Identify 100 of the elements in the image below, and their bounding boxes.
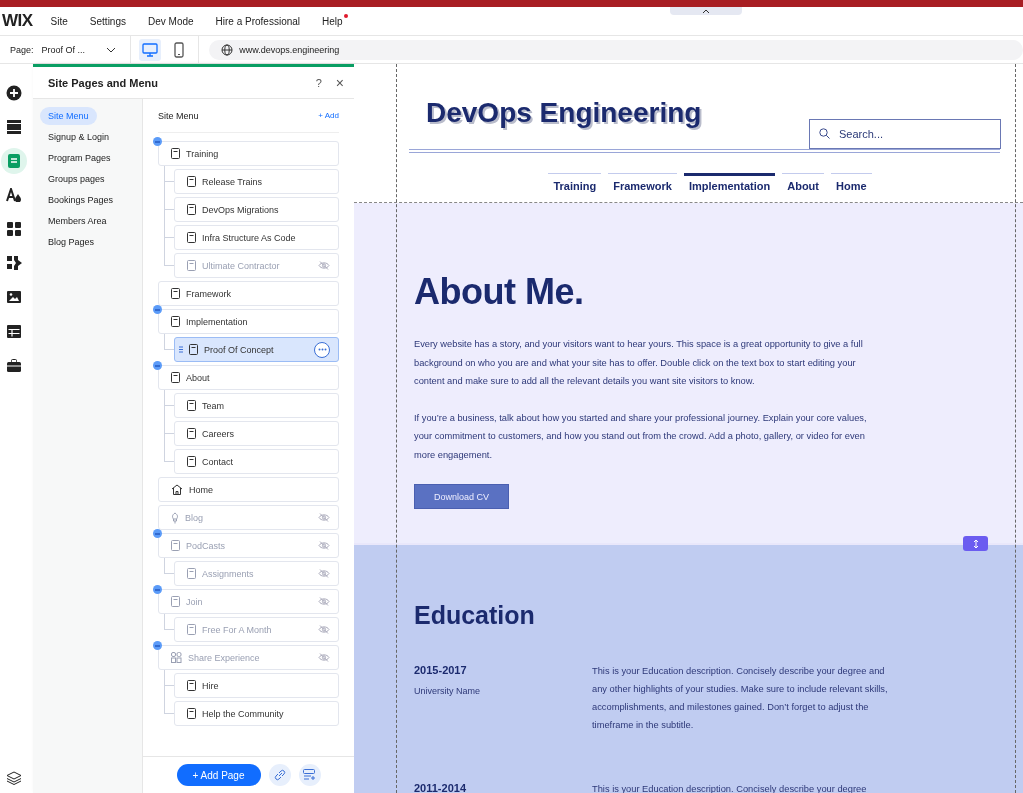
- hidden-icon: [318, 597, 330, 606]
- year-range: 2015-2017: [414, 664, 468, 676]
- page-icon: [187, 232, 196, 243]
- section-heading: About Me.: [414, 271, 585, 313]
- body-text: Every website has a story, and your visitors want to hear yours. This space is a great opportunity to give a full background on who you are and what your site has to offer. Double click on the text box to start editing your content and make sure to add all the relevant details you want site visitors to know.: [414, 338, 864, 388]
- page-icon: [187, 400, 196, 411]
- page-icon: [187, 176, 196, 187]
- menu-item[interactable]: Help: [322, 15, 343, 27]
- page-icon: [187, 680, 196, 691]
- nav-link[interactable]: Implementation: [683, 173, 776, 192]
- resize-handle[interactable]: [963, 536, 988, 551]
- page-item[interactable]: Hire: [174, 673, 339, 698]
- page-icon: [171, 288, 180, 299]
- page-item[interactable]: Careers: [174, 421, 339, 446]
- section-heading: Education: [414, 601, 536, 630]
- category-tab[interactable]: Program Pages: [40, 149, 119, 167]
- mobile-icon: [174, 41, 185, 58]
- add-page-button[interactable]: + Add Page: [176, 764, 261, 786]
- hidden-icon: [318, 513, 330, 522]
- pen-icon: [171, 511, 179, 524]
- nav-link[interactable]: About: [782, 173, 824, 192]
- page-item[interactable]: Release Trains: [174, 169, 339, 194]
- page-icon: [187, 260, 196, 271]
- page-item[interactable]: Proof Of Concept: [174, 337, 339, 362]
- page-icon: [171, 316, 180, 327]
- members-icon: [171, 652, 182, 663]
- hidden-icon: [318, 569, 330, 578]
- menu-item[interactable]: Settings: [89, 15, 126, 27]
- nav-link[interactable]: Home: [831, 173, 872, 192]
- hidden-icon: [318, 653, 330, 662]
- minus-icon: [155, 588, 160, 591]
- category-tab[interactable]: Groups pages: [40, 170, 113, 188]
- page-item[interactable]: Implementation: [158, 309, 339, 334]
- hidden-icon: [318, 261, 330, 270]
- page-item[interactable]: Contact: [174, 449, 339, 474]
- link-icon[interactable]: [268, 764, 291, 786]
- hidden-icon: [318, 625, 330, 634]
- collapse-toggle[interactable]: [153, 361, 162, 370]
- page-icon: [171, 148, 180, 159]
- url-field[interactable]: www.devops.engineering: [209, 39, 1023, 60]
- category-tab[interactable]: Bookings Pages: [40, 191, 122, 209]
- page-icon: [187, 624, 196, 635]
- year-range: 2011-2014: [414, 782, 467, 793]
- page-icon: [189, 344, 198, 355]
- page-item[interactable]: Infra Structure As Code: [174, 225, 339, 250]
- minus-icon: [155, 140, 160, 143]
- category-tab[interactable]: Signup & Login: [40, 128, 118, 146]
- minus-icon: [155, 364, 160, 367]
- chevron-up-icon: [702, 8, 710, 14]
- collapse-toggle[interactable]: [153, 305, 162, 314]
- collapse-toggle[interactable]: [153, 641, 162, 650]
- menu-item[interactable]: Hire a Professional: [215, 15, 301, 27]
- page-icon: [171, 540, 180, 551]
- page-item[interactable]: DevOps Migrations: [174, 197, 339, 222]
- page-icon: [187, 456, 196, 467]
- wix-logo[interactable]: WIX: [2, 11, 33, 31]
- body-text: If you’re a business, talk about how you started and share your professional journey. Explain your core values, your commitment to customers, and how you stand out from the crowd. Add a photo, gallery, or video for even more engagement.: [414, 411, 868, 462]
- search-field[interactable]: Search...: [809, 119, 1001, 149]
- more-button[interactable]: [314, 341, 330, 358]
- search-icon: [819, 128, 830, 139]
- page-item[interactable]: About: [158, 365, 339, 390]
- resize-icon: [972, 538, 979, 549]
- section-title: Site Menu: [158, 110, 199, 121]
- collapse-toggle[interactable]: [153, 585, 162, 594]
- page-item[interactable]: Team: [174, 393, 339, 418]
- drag-handle-icon[interactable]: [179, 346, 183, 353]
- close-button[interactable]: ×: [333, 74, 346, 91]
- page-item[interactable]: Home: [158, 477, 339, 502]
- page-icon: [171, 596, 180, 607]
- minus-icon: [155, 308, 160, 311]
- help-button[interactable]: ?: [313, 76, 324, 89]
- menu-item[interactable]: Site: [50, 15, 68, 27]
- pages-icon[interactable]: [1, 148, 27, 174]
- desktop-icon: [141, 42, 158, 57]
- minus-icon: [155, 532, 160, 535]
- page-icon: [187, 708, 196, 719]
- nav-link[interactable]: Framework: [608, 173, 677, 192]
- menu-add-icon[interactable]: [298, 764, 321, 786]
- site-title: DevOps Engineering: [426, 97, 702, 129]
- add-link[interactable]: + Add: [318, 111, 339, 120]
- page-label: Page:: [10, 44, 34, 55]
- download-button[interactable]: Download CV: [414, 484, 509, 509]
- school-name: University Name: [414, 686, 481, 696]
- caret-icon: [105, 46, 116, 53]
- collapse-toggle[interactable]: [153, 137, 162, 146]
- page-item[interactable]: Help the Community: [174, 701, 339, 726]
- page-dropdown[interactable]: Proof Of ...: [41, 44, 126, 55]
- education-description: This is your Education description. Concisely describe your degree: [592, 783, 868, 793]
- panel-title: Site Pages and Menu: [48, 76, 160, 89]
- collapse-toggle[interactable]: [153, 529, 162, 538]
- education-description: This is your Education description. Concisely describe your degree and any other highlights of your studies. Make sure to include relevant skills, accomplishments, and milestones gained. Don’t forget to adjust the timeframe in the subtitle.: [592, 665, 889, 732]
- category-tab[interactable]: Blog Pages: [40, 233, 103, 251]
- page-item[interactable]: Framework: [158, 281, 339, 306]
- home-icon: [171, 484, 183, 495]
- page-item[interactable]: Training: [158, 141, 339, 166]
- category-tab[interactable]: Members Area: [40, 212, 115, 230]
- category-tab[interactable]: Site Menu: [40, 107, 97, 125]
- nav-link[interactable]: Training: [548, 173, 602, 192]
- menu-item[interactable]: Dev Mode: [148, 15, 194, 27]
- desktop-view-button[interactable]: [138, 38, 161, 61]
